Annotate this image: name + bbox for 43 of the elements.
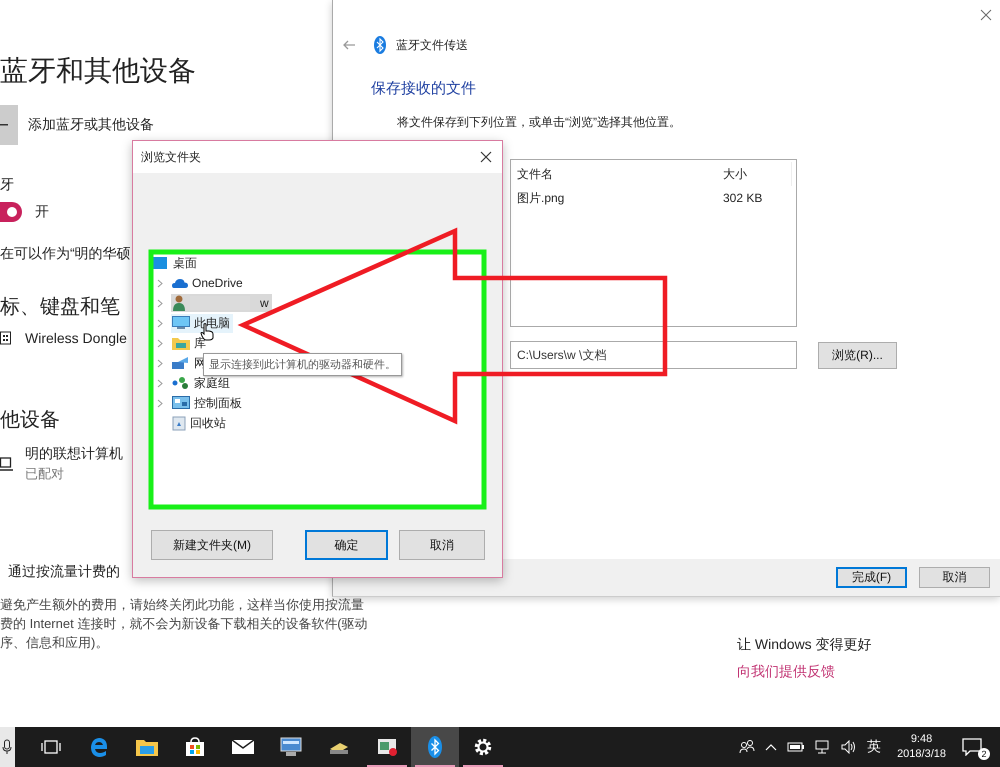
device-name[interactable]: Wireless Dongle (25, 330, 127, 346)
tree-item[interactable]: 桌面 (173, 254, 197, 272)
device-status: 已配对 (25, 465, 65, 483)
clock-date[interactable]: 2018/3/18 (897, 747, 946, 762)
section-heading: 保存接收的文件 (371, 79, 477, 98)
section-heading: 他设备 (0, 408, 60, 433)
tree-item[interactable]: 家庭组 (171, 374, 233, 392)
column-header[interactable]: 大小 (717, 166, 747, 182)
path-field[interactable]: C:\Users\w \文档 (510, 341, 797, 369)
device-name[interactable]: 明的联想计算机 (25, 445, 123, 463)
finish-button[interactable]: 完成(F) (836, 567, 907, 588)
cancel-button[interactable]: 取消 (919, 567, 990, 588)
tree-item[interactable]: 控制面板 (171, 394, 245, 412)
metered-note: 费的 Internet 连接时，就不会为新设备下载相关的设备软件(驱动 (0, 615, 368, 633)
discoverable-note: 在可以作为“明的华硕 (0, 245, 131, 263)
tooltip: 显示连接到此计算机的驱动器和硬件。 (203, 353, 402, 376)
tree-item[interactable]: 库 (171, 334, 209, 352)
dialog-title: 浏览文件夹 (141, 148, 201, 166)
file-size: 302 KB (722, 191, 762, 205)
notification-button[interactable]: 2 (962, 736, 990, 758)
metered-note: 避免产生额外的费用，请始终关闭此功能，这样当你使用按流量 (0, 596, 365, 614)
section-heading: 标、键盘和笔 (0, 295, 120, 320)
clock-time[interactable]: 9:48 (910, 732, 932, 747)
feedback-heading: 让 Windows 变得更好 (737, 636, 872, 654)
window-title: 蓝牙文件传送 (396, 36, 468, 54)
tree-item[interactable]: w (171, 294, 272, 312)
toggle-state: 开 (35, 203, 49, 221)
page-title: 蓝牙和其他设备 (0, 54, 196, 88)
tree-item[interactable]: OneDrive (171, 275, 246, 291)
file-name: 图片.png (517, 190, 566, 206)
feedback-link[interactable]: 向我们提供反馈 (737, 663, 872, 681)
column-header[interactable]: 文件名 (517, 166, 717, 182)
new-folder-button[interactable]: 新建文件夹(M) (151, 530, 273, 560)
tree-item[interactable]: 回收站 (171, 414, 229, 432)
bluetooth-label: 牙 (0, 176, 14, 194)
instruction-text: 将文件保存到下列位置，或单击“浏览”选择其他位置。 (397, 114, 682, 131)
metered-label: 通过按流量计费的 (7, 563, 120, 581)
metered-note: 序、信息和应用)。 (0, 634, 110, 652)
cancel-button[interactable]: 取消 (399, 530, 485, 560)
ok-button[interactable]: 确定 (305, 530, 388, 560)
input-method-indicator[interactable]: 英 (867, 738, 882, 756)
browse-button[interactable]: 浏览(R)... (818, 342, 897, 368)
add-device-label[interactable]: 添加蓝牙或其他设备 (28, 116, 154, 134)
